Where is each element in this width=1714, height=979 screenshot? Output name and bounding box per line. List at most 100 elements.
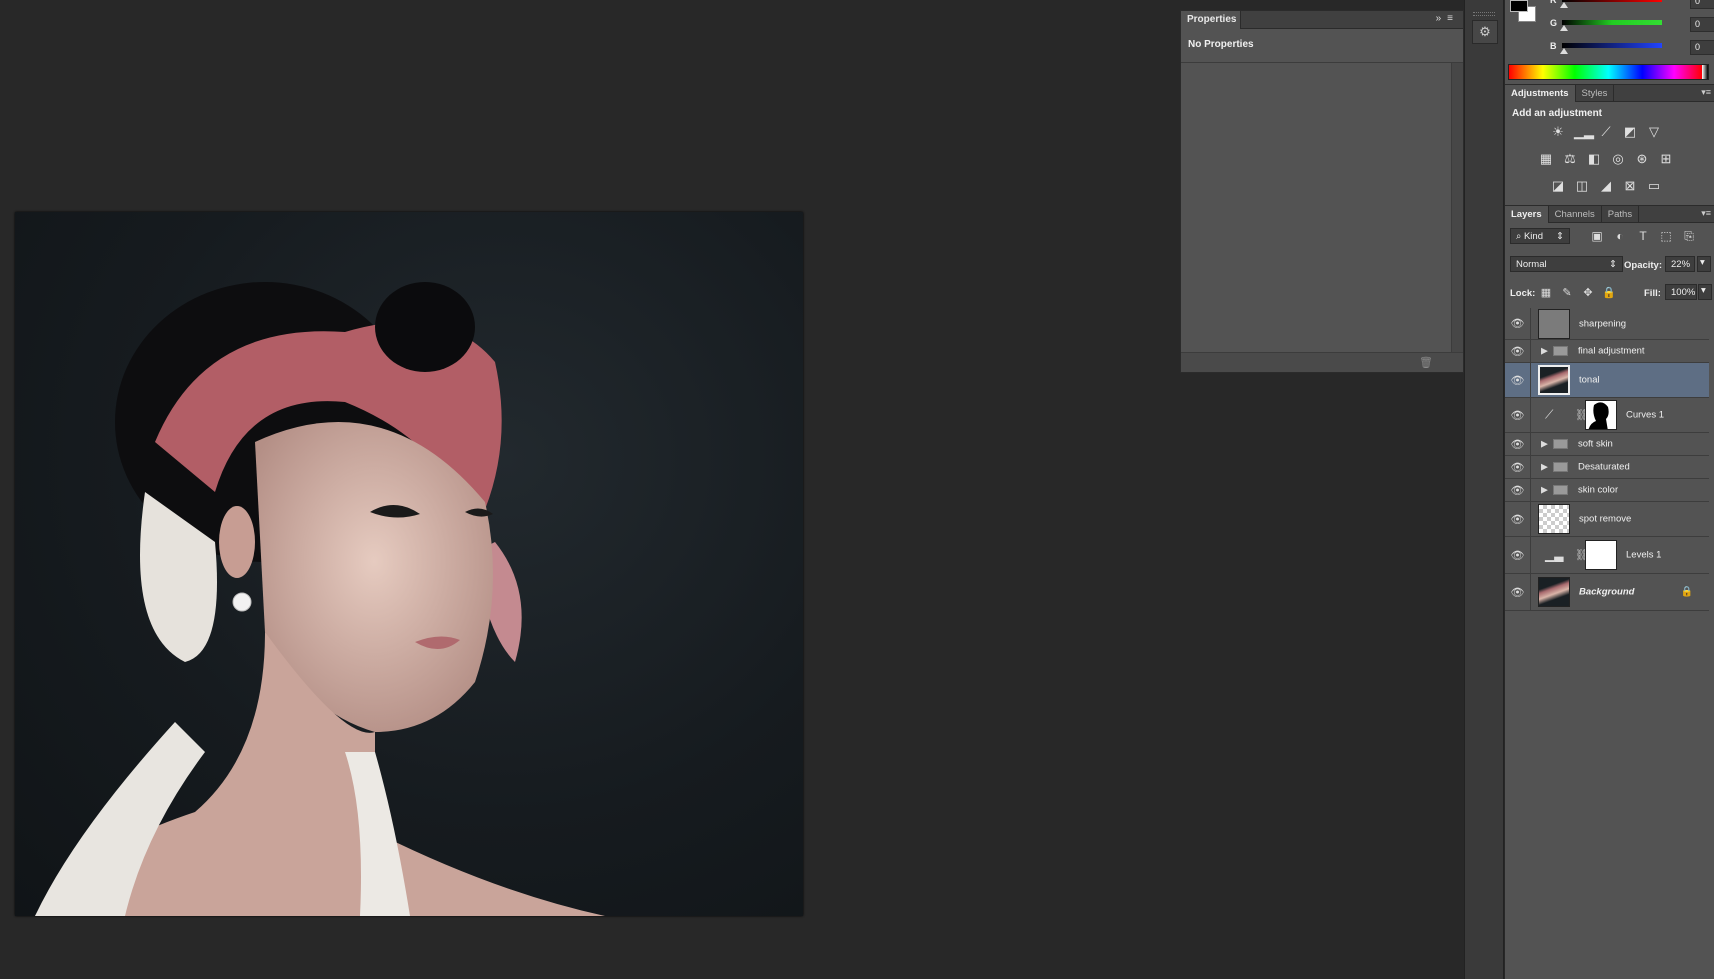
layers-list: 👁 sharpening 👁 ▶ final adjustment 👁 tona… [1505, 308, 1709, 611]
selective-color-icon[interactable]: ⊠ [1622, 178, 1638, 194]
eye-icon[interactable]: 👁 [1505, 502, 1531, 536]
opacity-label: Opacity: [1624, 260, 1663, 271]
document-canvas[interactable] [15, 212, 803, 916]
fill-input[interactable]: 100% [1665, 284, 1697, 300]
layer-final-adjustment[interactable]: 👁 ▶ final adjustment [1505, 340, 1709, 363]
layer-mask-thumbnail[interactable] [1585, 400, 1617, 430]
eye-icon[interactable]: 👁 [1505, 574, 1531, 610]
channel-r-slider[interactable] [1562, 0, 1662, 2]
brightness-contrast-icon[interactable]: ☀ [1550, 124, 1566, 140]
fill-label: Fill: [1644, 288, 1661, 299]
levels-icon[interactable]: ▁▂ [1574, 124, 1594, 140]
levels-icon: ▁▃ [1545, 548, 1564, 562]
expand-arrow-icon[interactable]: ▶ [1541, 462, 1548, 473]
eye-icon[interactable]: 👁 [1505, 433, 1531, 455]
exposure-icon[interactable]: ◩ [1622, 124, 1638, 140]
dock-grip[interactable] [1473, 12, 1495, 16]
layer-sharpening[interactable]: 👁 sharpening [1505, 308, 1709, 340]
curves-icon: ⟋ [1545, 407, 1554, 422]
layer-name: Curves 1 [1626, 409, 1665, 421]
expand-arrow-icon[interactable]: ▶ [1541, 439, 1548, 450]
layer-desaturated[interactable]: 👁 ▶ Desaturated [1505, 456, 1709, 479]
invert-icon[interactable]: ◪ [1550, 178, 1566, 194]
filter-pixel-icon[interactable]: ▣ [1589, 228, 1605, 244]
expand-arrow-icon[interactable]: ▶ [1541, 485, 1548, 496]
fill-dropdown-icon[interactable]: ▾ [1698, 284, 1712, 300]
channel-b-value[interactable]: 0 [1690, 40, 1714, 55]
channel-g-thumb[interactable] [1560, 25, 1568, 31]
black-white-icon[interactable]: ◧ [1586, 151, 1602, 167]
adjustments-row-3: ◪ ◫ ◢ ⊠ ▭ [1550, 178, 1662, 194]
adjustments-title: Add an adjustment [1512, 108, 1603, 119]
opacity-input[interactable]: 22% [1665, 256, 1695, 272]
folder-icon [1553, 439, 1568, 449]
tab-paths[interactable]: Paths [1602, 206, 1640, 223]
posterize-icon[interactable]: ◫ [1574, 178, 1590, 194]
tab-channels[interactable]: Channels [1549, 206, 1602, 223]
lock-transparent-icon[interactable]: ▦ [1539, 286, 1553, 300]
hue-saturation-icon[interactable]: ▦ [1538, 151, 1554, 167]
eye-icon[interactable]: 👁 [1505, 308, 1531, 339]
layer-soft-skin[interactable]: 👁 ▶ soft skin [1505, 433, 1709, 456]
search-icon: ⌕ [1516, 231, 1522, 242]
layer-name: Levels 1 [1626, 549, 1662, 561]
lock-brush-icon[interactable]: ✎ [1560, 286, 1574, 300]
eye-icon[interactable]: 👁 [1505, 363, 1531, 397]
channel-r-thumb[interactable] [1560, 2, 1568, 8]
channel-g-label: G [1550, 18, 1558, 28]
layer-levels-1[interactable]: 👁 ▁▃ ⛓ Levels 1 [1505, 537, 1709, 574]
lock-icon: 🔒 [1680, 586, 1693, 598]
lock-all-icon[interactable]: 🔒 [1602, 286, 1616, 300]
curves-icon[interactable]: ⟋ [1598, 124, 1614, 140]
layers-panel-menu-icon[interactable]: ▾≡ [1701, 208, 1711, 219]
photo-filter-icon[interactable]: ◎ [1610, 151, 1626, 167]
filter-shape-icon[interactable]: ⬚ [1658, 228, 1674, 244]
blend-mode-select[interactable]: Normal ⇕ [1510, 256, 1623, 272]
trash-icon[interactable]: 🗑 [1419, 356, 1433, 369]
channel-r-row: R 0 [1550, 0, 1714, 10]
eye-icon[interactable]: 👁 [1505, 398, 1531, 432]
adjustments-row-1: ☀ ▁▂ ⟋ ◩ ▽ [1550, 124, 1662, 140]
layer-spot-remove[interactable]: 👁 spot remove [1505, 502, 1709, 537]
properties-dock-icon[interactable]: ⚙ [1472, 20, 1498, 44]
tab-properties[interactable]: Properties [1181, 11, 1241, 29]
filter-adjustment-icon[interactable]: ◐ [1612, 228, 1628, 244]
chevron-updown-icon: ⇕ [1609, 259, 1617, 270]
threshold-icon[interactable]: ◢ [1598, 178, 1614, 194]
adjustments-panel-menu-icon[interactable]: ▾≡ [1701, 87, 1711, 98]
channel-g-value[interactable]: 0 [1690, 17, 1714, 32]
tab-layers[interactable]: Layers [1505, 206, 1549, 223]
tab-adjustments[interactable]: Adjustments [1505, 85, 1576, 102]
eye-icon[interactable]: 👁 [1505, 537, 1531, 573]
expand-icon[interactable]: » [1436, 13, 1448, 24]
gradient-map-icon[interactable]: ▭ [1646, 178, 1662, 194]
layer-curves-1[interactable]: 👁 ⟋ ⛓ Curves 1 [1505, 398, 1709, 433]
panel-menu-icon[interactable]: ≡ [1447, 13, 1459, 24]
vibrance-icon[interactable]: ▽ [1646, 124, 1662, 140]
layer-tonal[interactable]: 👁 tonal [1505, 363, 1709, 398]
color-lookup-icon[interactable]: ⊞ [1658, 151, 1674, 167]
color-spectrum-ramp[interactable] [1508, 64, 1709, 80]
filter-smartobject-icon[interactable]: ⎘ [1681, 228, 1697, 244]
expand-arrow-icon[interactable]: ▶ [1541, 346, 1548, 357]
layer-mask-thumbnail[interactable] [1585, 540, 1617, 570]
foreground-color-swatch[interactable] [1510, 0, 1528, 12]
eye-icon[interactable]: 👁 [1505, 479, 1531, 501]
properties-scrollbar[interactable] [1451, 63, 1463, 352]
channel-r-value[interactable]: 0 [1690, 0, 1714, 9]
layer-skin-color[interactable]: 👁 ▶ skin color [1505, 479, 1709, 502]
tab-styles[interactable]: Styles [1576, 85, 1615, 102]
eye-icon[interactable]: 👁 [1505, 340, 1531, 362]
eye-icon[interactable]: 👁 [1505, 456, 1531, 478]
channel-mixer-icon[interactable]: ⊛ [1634, 151, 1650, 167]
channel-b-slider[interactable] [1562, 43, 1662, 48]
channel-g-slider[interactable] [1562, 20, 1662, 25]
filter-type-icon[interactable]: T [1635, 228, 1651, 244]
color-balance-icon[interactable]: ⚖ [1562, 151, 1578, 167]
channel-b-thumb[interactable] [1560, 48, 1568, 54]
layer-filter-select[interactable]: ⌕ Kind ⇕ [1510, 228, 1570, 244]
opacity-dropdown-icon[interactable]: ▾ [1697, 256, 1711, 272]
layer-background[interactable]: 👁 Background 🔒 [1505, 574, 1709, 611]
layer-name: skin color [1578, 484, 1619, 496]
lock-position-icon[interactable]: ✥ [1581, 286, 1595, 300]
